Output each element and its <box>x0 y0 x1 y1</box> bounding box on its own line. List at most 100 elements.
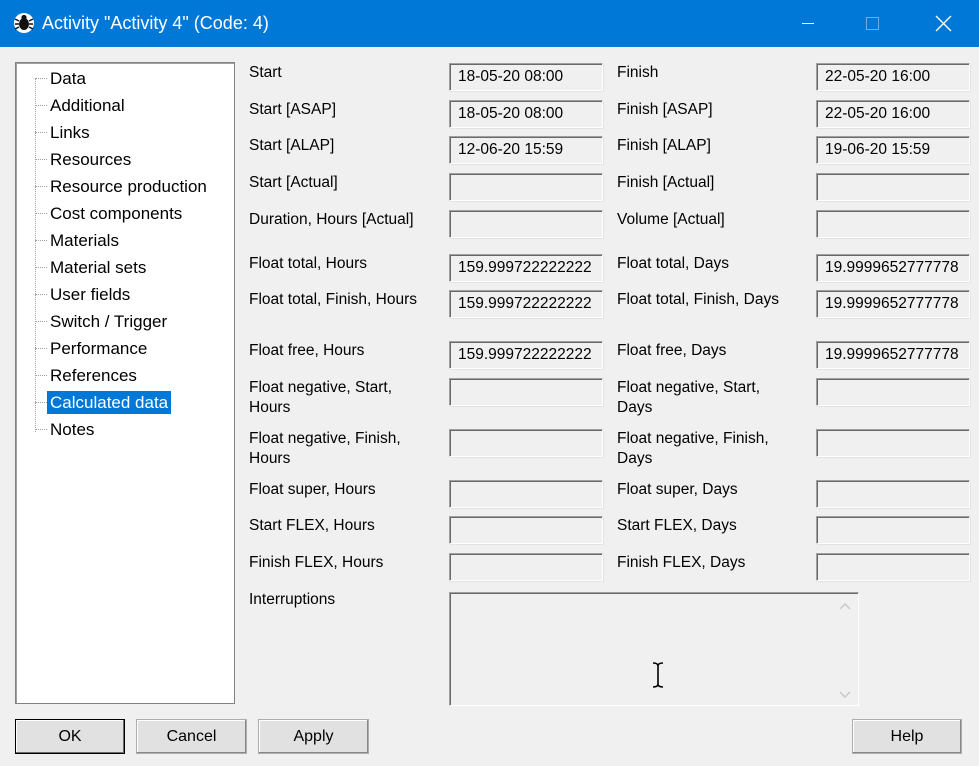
tree-item-resource-production[interactable]: Resource production <box>16 174 234 198</box>
volume-actual-field[interactable] <box>816 210 970 238</box>
finish-flex-days-field[interactable] <box>816 553 970 581</box>
minimize-icon[interactable] <box>785 0 831 47</box>
tree-item-label: Performance <box>50 339 148 358</box>
tree-item-resources[interactable]: Resources <box>16 147 234 171</box>
start-actual-label: Start [Actual] <box>249 174 338 191</box>
start-actual-field[interactable] <box>449 173 603 201</box>
bug-app-icon <box>14 13 34 33</box>
start-alap-field[interactable]: 12-06-20 15:59 <box>449 136 603 164</box>
duration-actual-field[interactable] <box>449 210 603 238</box>
tree-item-label: Data <box>50 69 86 88</box>
float-total-finish-days-field[interactable]: 19.9999652777778 <box>816 290 970 318</box>
tree-item-data[interactable]: Data <box>16 66 234 90</box>
tree-item-label: Materials <box>50 231 119 250</box>
float-free-hours-field[interactable]: 159.999722222222 <box>449 341 603 369</box>
float-negative-finish-hours-label: Float negative, Finish, Hours <box>249 429 401 469</box>
tree-item-materials[interactable]: Materials <box>16 228 234 252</box>
float-total-finish-days-label: Float total, Finish, Days <box>617 291 779 308</box>
label-line: Float negative, Start, <box>249 379 393 396</box>
tree-item-label: Switch / Trigger <box>50 312 168 331</box>
finish-asap-field[interactable]: 22-05-20 16:00 <box>816 100 970 128</box>
scrollbar[interactable] <box>834 595 856 703</box>
tree-item-label: Notes <box>50 420 95 439</box>
finish-actual-field[interactable] <box>816 173 970 201</box>
finish-actual-label: Finish [Actual] <box>617 174 715 191</box>
float-total-hours-field[interactable]: 159.999722222222 <box>449 254 603 282</box>
scroll-down-icon[interactable] <box>838 687 852 701</box>
tree-item-links[interactable]: Links <box>16 120 234 144</box>
start-flex-days-label: Start FLEX, Days <box>617 517 737 534</box>
start-asap-label: Start [ASAP] <box>249 101 337 118</box>
finish-alap-label: Finish [ALAP] <box>617 137 711 154</box>
interruptions-label: Interruptions <box>249 591 336 608</box>
tree-item-material-sets[interactable]: Material sets <box>16 255 234 279</box>
maximize-icon[interactable] <box>849 0 895 47</box>
tree-item-references[interactable]: References <box>16 363 234 387</box>
float-negative-start-days-label: Float negative, Start, Days <box>617 378 760 418</box>
tree-item-cost-components[interactable]: Cost components <box>16 201 234 225</box>
float-negative-start-hours-label: Float negative, Start, Hours <box>249 378 392 418</box>
tree-item-label: Cost components <box>50 204 183 223</box>
cancel-button[interactable]: Cancel <box>136 719 247 754</box>
duration-actual-label: Duration, Hours [Actual] <box>249 211 414 228</box>
tree-item-label: Calculated data <box>47 391 172 414</box>
tree-item-additional[interactable]: Additional <box>16 93 234 117</box>
label-line: Float negative, Finish, <box>617 430 769 447</box>
float-free-days-label: Float free, Days <box>617 342 727 359</box>
tree-item-calculated-data[interactable]: Calculated data <box>16 390 234 414</box>
float-total-finish-hours-label: Float total, Finish, Hours <box>249 291 417 308</box>
float-super-hours-field[interactable] <box>449 480 603 508</box>
apply-button[interactable]: Apply <box>258 719 369 754</box>
float-super-hours-label: Float super, Hours <box>249 481 376 498</box>
tree-item-label: Additional <box>50 96 125 115</box>
float-negative-finish-days-field[interactable] <box>816 429 970 457</box>
float-negative-finish-hours-field[interactable] <box>449 429 603 457</box>
label-line: Days <box>617 450 653 467</box>
label-line: Float negative, Finish, <box>249 430 401 447</box>
close-icon[interactable] <box>920 0 966 47</box>
tree-item-notes[interactable]: Notes <box>16 417 234 441</box>
start-alap-label: Start [ALAP] <box>249 137 335 154</box>
start-field[interactable]: 18-05-20 08:00 <box>449 63 603 91</box>
finish-flex-hours-label: Finish FLEX, Hours <box>249 554 384 571</box>
float-super-days-field[interactable] <box>816 480 970 508</box>
float-free-days-field[interactable]: 19.9999652777778 <box>816 341 970 369</box>
tree-item-label: Resource production <box>50 177 207 196</box>
label-line: Hours <box>249 450 291 467</box>
start-asap-field[interactable]: 18-05-20 08:00 <box>449 100 603 128</box>
float-free-hours-label: Float free, Hours <box>249 342 365 359</box>
finish-asap-label: Finish [ASAP] <box>617 101 713 118</box>
tree-item-switch-trigger[interactable]: Switch / Trigger <box>16 309 234 333</box>
finish-flex-hours-field[interactable] <box>449 553 603 581</box>
float-super-days-label: Float super, Days <box>617 481 738 498</box>
float-negative-start-days-field[interactable] <box>816 378 970 406</box>
start-flex-hours-field[interactable] <box>449 516 603 544</box>
finish-label: Finish <box>617 64 659 81</box>
float-total-days-field[interactable]: 19.9999652777778 <box>816 254 970 282</box>
navigation-tree[interactable]: Data Additional Links Resources Resource… <box>15 62 235 704</box>
volume-actual-label: Volume [Actual] <box>617 211 725 228</box>
start-flex-days-field[interactable] <box>816 516 970 544</box>
title-bar: Activity "Activity 4" (Code: 4) <box>0 0 979 47</box>
float-negative-finish-days-label: Float negative, Finish, Days <box>617 429 769 469</box>
ok-button[interactable]: OK <box>15 719 125 754</box>
float-total-hours-label: Float total, Hours <box>249 255 368 272</box>
finish-field[interactable]: 22-05-20 16:00 <box>816 63 970 91</box>
help-button[interactable]: Help <box>852 719 962 754</box>
float-total-finish-hours-field[interactable]: 159.999722222222 <box>449 290 603 318</box>
tree-item-performance[interactable]: Performance <box>16 336 234 360</box>
tree-item-label: User fields <box>50 285 131 304</box>
tree-item-label: References <box>50 366 137 385</box>
start-flex-hours-label: Start FLEX, Hours <box>249 517 375 534</box>
text-cursor-icon <box>652 662 664 688</box>
scroll-up-icon[interactable] <box>838 600 852 614</box>
start-label: Start <box>249 64 282 81</box>
float-negative-start-hours-field[interactable] <box>449 378 603 406</box>
float-total-days-label: Float total, Days <box>617 255 729 272</box>
finish-alap-field[interactable]: 19-06-20 15:59 <box>816 136 970 164</box>
window-title: Activity "Activity 4" (Code: 4) <box>42 13 269 33</box>
label-line: Hours <box>249 399 291 416</box>
label-line: Float negative, Start, <box>617 379 761 396</box>
tree-item-user-fields[interactable]: User fields <box>16 282 234 306</box>
tree-item-label: Material sets <box>50 258 147 277</box>
